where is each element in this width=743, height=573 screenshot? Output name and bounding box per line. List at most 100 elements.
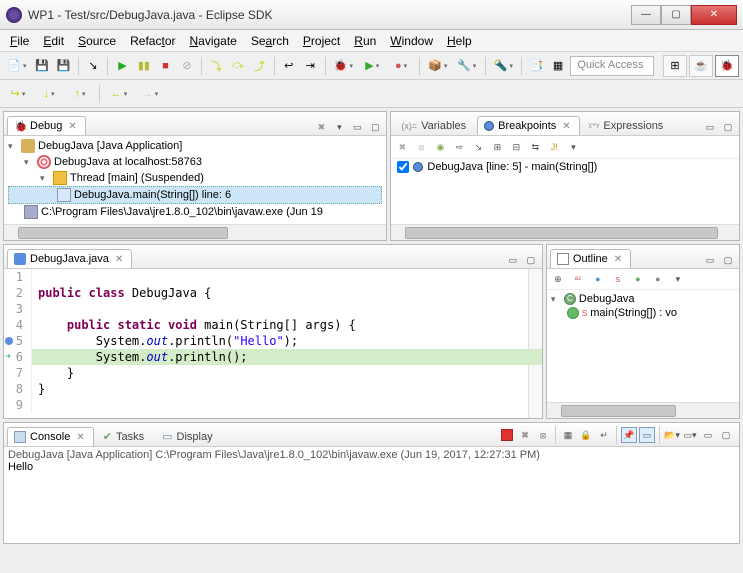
console-output[interactable]: DebugJava [Java Application] C:\Program …	[4, 447, 739, 475]
search-button[interactable]: 🔦	[491, 56, 517, 76]
menu-window[interactable]: Window	[384, 32, 439, 50]
add-exception-button[interactable]: J!	[546, 139, 562, 155]
toggle-mark-button[interactable]: 📑	[527, 56, 546, 76]
menu-run[interactable]: Run	[348, 32, 382, 50]
remove-all-bp-button[interactable]: ⦻	[413, 139, 429, 155]
minimize-icon[interactable]: ▭	[349, 119, 365, 135]
variables-tab[interactable]: (x)= Variables	[394, 116, 475, 135]
debug-perspective-button[interactable]: 🐞	[715, 55, 739, 77]
menu-help[interactable]: Help	[441, 32, 478, 50]
code-editor[interactable]: 1 2public class DebugJava { 3 4 public s…	[4, 269, 542, 418]
run-last-button[interactable]: ●	[388, 56, 414, 76]
debug-thread-node[interactable]: ▾Thread [main] (Suspended)	[8, 170, 382, 186]
menu-refactor[interactable]: Refactor	[124, 32, 181, 50]
maximize-button[interactable]: ▢	[661, 5, 691, 25]
debug-launch-node[interactable]: ▾DebugJava [Java Application]	[8, 138, 382, 154]
goto-file-button[interactable]: ⇨	[451, 139, 467, 155]
console-tab[interactable]: Console ✕	[7, 427, 94, 446]
debug-dropdown[interactable]: 🐞	[330, 56, 356, 76]
new-class-button[interactable]: 🔧	[454, 56, 480, 76]
next-annotation-button[interactable]: ↓	[35, 84, 63, 104]
bp-menu-button[interactable]: ▾	[565, 139, 581, 155]
close-icon[interactable]: ✕	[68, 121, 76, 132]
close-icon[interactable]: ✕	[614, 254, 622, 265]
remove-launch-button[interactable]: ✖	[517, 427, 533, 443]
hide-fields-button[interactable]: ●	[589, 271, 607, 287]
maximize-icon[interactable]: ▢	[523, 252, 539, 268]
hide-nonpublic-button[interactable]: ●	[629, 271, 647, 287]
close-button[interactable]: ✕	[691, 5, 737, 25]
outline-method-node[interactable]: S main(String[]) : vo	[551, 306, 735, 320]
minimize-icon[interactable]: ▭	[702, 252, 718, 268]
open-perspective-button[interactable]: ⊞	[663, 55, 687, 77]
debug-menu-button[interactable]: ▾	[331, 119, 347, 135]
scroll-lock-button[interactable]: 🔒	[578, 427, 594, 443]
minimize-icon[interactable]: ▭	[505, 252, 521, 268]
toggle-block-button[interactable]: ▦	[549, 56, 568, 76]
remove-bp-button[interactable]: ✖	[394, 139, 410, 155]
save-button[interactable]: 💾	[33, 56, 52, 76]
terminate-button[interactable]: ■	[156, 56, 175, 76]
horizontal-scrollbar[interactable]	[547, 402, 739, 418]
expressions-tab[interactable]: ᵡ⁺ʸ Expressions	[582, 116, 673, 135]
collapse-button[interactable]: ⊟	[508, 139, 524, 155]
menu-edit[interactable]: Edit	[37, 32, 70, 50]
back-button[interactable]: ←	[105, 84, 133, 104]
maximize-icon[interactable]: ▢	[718, 427, 734, 443]
step-into-button[interactable]: ⤵	[207, 56, 226, 76]
step-filters-button[interactable]: ⇥	[301, 56, 320, 76]
expand-button[interactable]: ⊞	[489, 139, 505, 155]
debug-tab[interactable]: 🐞 Debug ✕	[7, 116, 86, 135]
link-button[interactable]: ⇆	[527, 139, 543, 155]
forward-button[interactable]: →	[136, 84, 164, 104]
close-icon[interactable]: ✕	[115, 254, 123, 265]
breakpoint-checkbox[interactable]	[397, 161, 409, 173]
new-java-button[interactable]: 📦	[425, 56, 451, 76]
word-wrap-button[interactable]: ↵	[596, 427, 612, 443]
debug-target-node[interactable]: ▾DebugJava at localhost:58763	[8, 154, 382, 170]
display-tab[interactable]: ▭ Display	[155, 426, 221, 446]
minimize-button[interactable]: —	[631, 5, 661, 25]
breakpoints-tab[interactable]: Breakpoints ✕	[477, 116, 579, 135]
suspend-button[interactable]: ▮▮	[135, 56, 154, 76]
step-return-button[interactable]: ⤴	[250, 56, 269, 76]
clear-console-button[interactable]: ▦	[560, 427, 576, 443]
drop-frame-button[interactable]: ↩	[280, 56, 299, 76]
menu-file[interactable]: File	[4, 32, 35, 50]
resume-button[interactable]: ▶	[113, 56, 132, 76]
prev-edit-button[interactable]: ↪	[4, 84, 32, 104]
skip-bp-button[interactable]: ↘	[470, 139, 486, 155]
terminate-console-button[interactable]	[499, 427, 515, 443]
breakpoint-item[interactable]: DebugJava [line: 5] - main(String[])	[391, 159, 739, 175]
outline-menu-button[interactable]: ▾	[669, 271, 687, 287]
maximize-icon[interactable]: ▢	[720, 252, 736, 268]
outline-class-node[interactable]: ▾DebugJava	[551, 292, 735, 306]
close-icon[interactable]: ✕	[562, 121, 570, 132]
menu-source[interactable]: Source	[72, 32, 122, 50]
minimize-icon[interactable]: ▭	[700, 427, 716, 443]
hide-static-button[interactable]: s	[609, 271, 627, 287]
skip-breakpoints-button[interactable]: ↘	[84, 56, 103, 76]
horizontal-scrollbar[interactable]	[4, 224, 386, 240]
maximize-icon[interactable]: ▢	[720, 119, 736, 135]
run-dropdown[interactable]: ▶	[359, 56, 385, 76]
focus-button[interactable]: ⊕	[549, 271, 567, 287]
open-console-button[interactable]: 📂▾	[664, 427, 680, 443]
debug-frame-node[interactable]: DebugJava.main(String[]) line: 6	[8, 186, 382, 204]
editor-tab[interactable]: DebugJava.java ✕	[7, 249, 132, 268]
minimize-icon[interactable]: ▭	[702, 119, 718, 135]
menu-search[interactable]: Search	[245, 32, 295, 50]
show-bp-button[interactable]: ◉	[432, 139, 448, 155]
java-perspective-button[interactable]: ☕	[689, 55, 713, 77]
debug-process-node[interactable]: C:\Program Files\Java\jre1.8.0_102\bin\j…	[8, 204, 382, 220]
remove-all-button[interactable]: ⦻	[535, 427, 551, 443]
horizontal-scrollbar[interactable]	[391, 224, 739, 240]
quick-access-input[interactable]: Quick Access	[570, 56, 654, 76]
pin-console-button[interactable]: 📌	[621, 427, 637, 443]
step-over-button[interactable]: ⤼	[229, 56, 248, 76]
tasks-tab[interactable]: ✔ Tasks	[96, 426, 153, 446]
save-all-button[interactable]: 💾	[54, 56, 73, 76]
breakpoint-marker[interactable]	[5, 337, 13, 345]
debug-remove-button[interactable]: ✖	[313, 119, 329, 135]
close-icon[interactable]: ✕	[76, 432, 84, 443]
